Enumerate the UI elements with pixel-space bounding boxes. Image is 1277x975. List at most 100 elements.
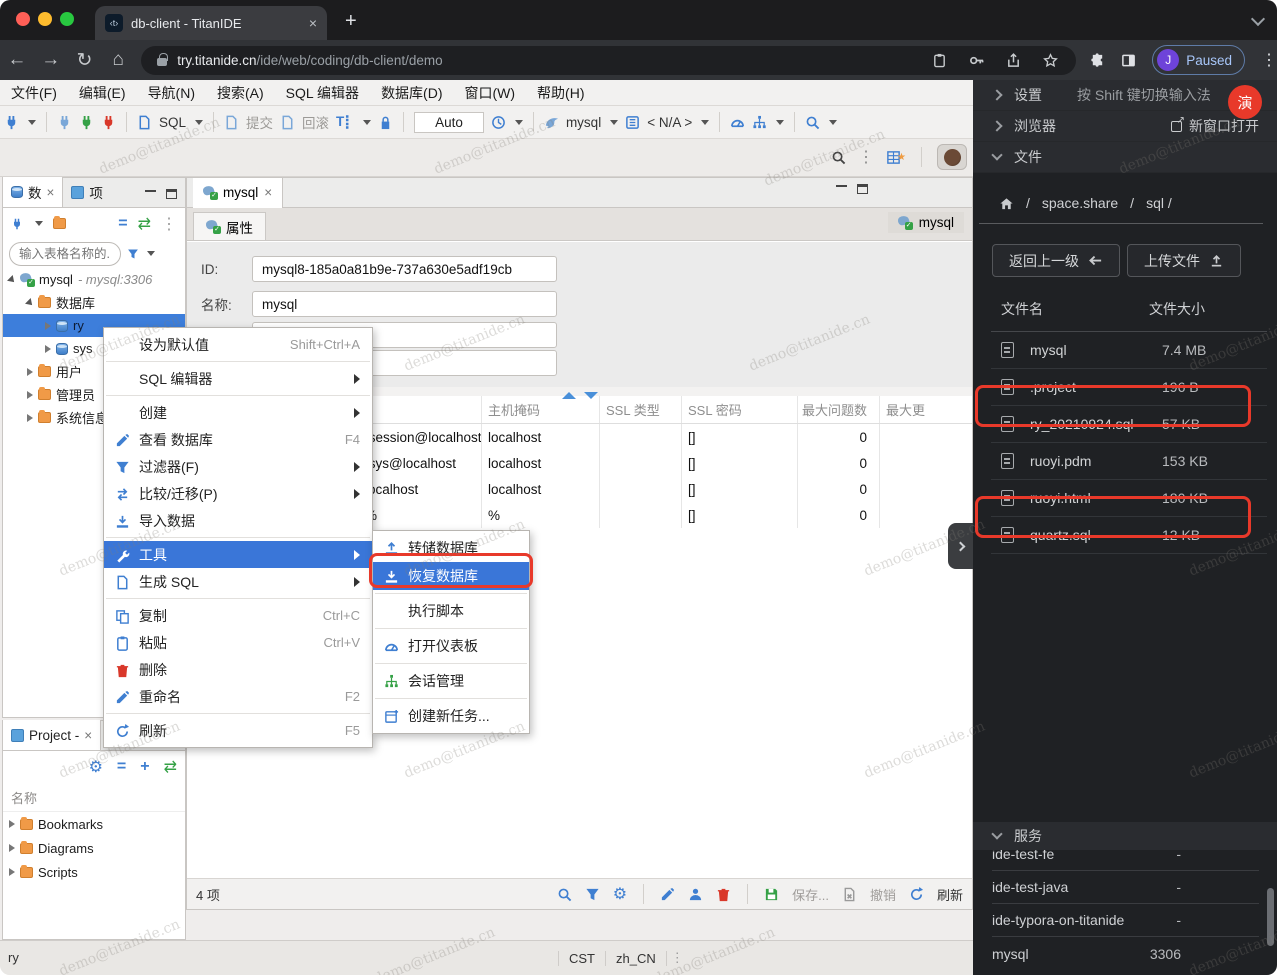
menu-sql-editor[interactable]: SQL 编辑器 <box>275 83 370 103</box>
back-icon[interactable]: ← <box>0 49 34 71</box>
save-icon[interactable] <box>764 887 779 902</box>
home-icon[interactable]: ⌂ <box>101 49 135 71</box>
expander-icon[interactable] <box>25 297 35 308</box>
edit-row-icon[interactable] <box>660 887 675 902</box>
side-panel-icon[interactable] <box>1121 53 1136 68</box>
cell-max-updates[interactable] <box>880 476 972 502</box>
history-dropdown-icon[interactable] <box>514 119 523 125</box>
lock-toggle-icon[interactable] <box>378 115 393 130</box>
open-new-window-button[interactable]: 新窗口打开 <box>1171 115 1259 136</box>
transaction-mode-icon[interactable]: T⡇ <box>336 114 354 130</box>
sidebar-section-files[interactable]: 文件 <box>973 142 1277 173</box>
grid-search-icon[interactable] <box>557 887 572 902</box>
dbeaver-avatar[interactable] <box>937 144 967 170</box>
service-row-ide-typora[interactable]: ide-typora-on-titanide - <box>992 904 1259 937</box>
breadcrumb-space-share[interactable]: space.share <box>1042 195 1118 211</box>
filter-funnel-icon[interactable] <box>127 248 139 260</box>
editor-tab-mysql[interactable]: ✓ mysql × <box>193 177 284 208</box>
zoom-window-button[interactable] <box>60 12 74 26</box>
menuitem-generate-sql[interactable]: 生成 SQL <box>104 568 372 595</box>
cell-host[interactable]: localhost <box>482 450 600 476</box>
tasks-icon[interactable] <box>752 115 767 130</box>
connection-badge[interactable]: ✓ mysql <box>887 212 964 233</box>
disconnect-icon[interactable] <box>101 115 116 130</box>
tab-database-navigator[interactable]: 数 × <box>3 177 64 207</box>
table-filter-input[interactable] <box>9 241 121 266</box>
delete-row-icon[interactable] <box>716 887 731 902</box>
tab-properties[interactable]: ✓ 属性 <box>193 212 266 240</box>
search-dropdown-icon[interactable] <box>829 119 838 125</box>
tasks-dropdown-icon[interactable] <box>776 119 785 125</box>
url-bar[interactable]: try.titanide.cn/ide/web/coding/db-client… <box>141 45 1077 75</box>
sql-dropdown-icon[interactable] <box>195 119 204 125</box>
cell-host[interactable]: localhost <box>482 424 600 450</box>
tree-node-scripts[interactable]: Scripts <box>3 860 185 884</box>
minimize-panel-icon[interactable] <box>145 189 156 192</box>
status-overflow-icon[interactable]: ⋮ <box>667 950 684 966</box>
cell-max-questions[interactable]: 0 <box>798 424 880 450</box>
bookmark-star-icon[interactable] <box>1043 53 1058 68</box>
cell-ssl-type[interactable] <box>600 502 682 528</box>
browser-tab[interactable]: ‹t› db-client - TitanIDE × <box>95 6 327 40</box>
menu-search[interactable]: 搜索(A) <box>206 83 275 103</box>
undo-button[interactable]: 撤销 <box>870 885 896 904</box>
refresh-icon[interactable] <box>909 887 924 902</box>
new-folder-icon[interactable] <box>53 216 66 229</box>
commit-icon[interactable] <box>224 115 239 130</box>
history-clock-icon[interactable] <box>491 115 506 130</box>
col-max-updates[interactable]: 最大更 <box>880 396 972 423</box>
connect-icon[interactable] <box>57 115 72 130</box>
tree-node-diagrams[interactable]: Diagrams <box>3 836 185 860</box>
window-chevron-icon[interactable] <box>1250 11 1266 27</box>
menuitem-copy[interactable]: 复制 Ctrl+C <box>104 602 372 629</box>
filter-dropdown-icon[interactable] <box>147 251 155 256</box>
menuitem-filters[interactable]: 过滤器(F) <box>104 453 372 480</box>
menuitem-session-manager[interactable]: 会话管理 <box>373 667 529 695</box>
expander-icon[interactable] <box>9 820 15 828</box>
menu-navigate[interactable]: 导航(N) <box>137 83 206 103</box>
file-row-ruoyi-html[interactable]: ruoyi.html 180 KB <box>991 480 1267 517</box>
link-editor-icon[interactable]: ⇄ <box>164 757 177 777</box>
database-dropdown-icon[interactable] <box>610 119 619 125</box>
quick-search-icon[interactable] <box>831 150 846 165</box>
commit-button[interactable]: 提交 <box>246 112 273 132</box>
customize-perspective-icon[interactable]: ★ <box>886 150 906 165</box>
close-tab-icon[interactable]: × <box>264 185 272 200</box>
menuitem-tools[interactable]: 工具 <box>104 541 372 568</box>
active-database-select[interactable]: mysql <box>566 115 601 130</box>
expander-icon[interactable] <box>7 274 17 285</box>
menu-help[interactable]: 帮助(H) <box>526 83 595 103</box>
close-tab-icon[interactable]: × <box>309 15 317 31</box>
extensions-puzzle-icon[interactable] <box>1090 53 1105 68</box>
name-field[interactable] <box>252 291 557 317</box>
go-up-button[interactable]: 返回上一级 <box>992 244 1120 277</box>
cell-ssl-cipher[interactable]: [] <box>682 424 798 450</box>
grid-filter-icon[interactable] <box>585 887 600 902</box>
save-button[interactable]: 保存... <box>792 885 829 904</box>
maximize-panel-icon[interactable] <box>166 189 177 199</box>
tab-projects[interactable]: 项 <box>63 177 111 207</box>
file-row-mysql[interactable]: mysql 7.4 MB <box>991 332 1267 369</box>
minimize-window-button[interactable] <box>38 12 52 26</box>
menuitem-dump-database[interactable]: 转储数据库 <box>373 534 529 562</box>
file-row-ry-sql[interactable]: ry_20210924.sql 57 KB <box>991 406 1267 443</box>
service-row-ide-test-java[interactable]: ide-test-java - <box>992 871 1259 904</box>
tree-node-bookmarks[interactable]: Bookmarks <box>3 812 185 836</box>
menu-file[interactable]: 文件(F) <box>0 83 68 103</box>
cell-max-questions[interactable]: 0 <box>798 476 880 502</box>
menuitem-restore-database[interactable]: 恢复数据库 <box>373 562 529 590</box>
menuitem-execute-script[interactable]: 执行脚本 <box>373 597 529 625</box>
menuitem-sql-editor[interactable]: SQL 编辑器 <box>104 365 372 392</box>
menuitem-compare-migrate[interactable]: 比较/迁移(P) <box>104 480 372 507</box>
breadcrumb-sql[interactable]: sql / <box>1146 195 1172 211</box>
refresh-button[interactable]: 刷新 <box>937 885 963 904</box>
cell-ssl-cipher[interactable]: [] <box>682 502 798 528</box>
tree-node-mysql[interactable]: ✓ mysql - mysql:3306 <box>3 268 185 291</box>
cell-ssl-cipher[interactable]: [] <box>682 476 798 502</box>
reload-icon[interactable]: ↻ <box>68 49 102 72</box>
share-icon[interactable] <box>1006 53 1021 68</box>
database-list-icon[interactable] <box>625 115 640 130</box>
expander-icon[interactable] <box>45 344 51 353</box>
clipboard-icon[interactable] <box>932 53 947 68</box>
collapse-all-icon[interactable]: = <box>118 215 127 233</box>
